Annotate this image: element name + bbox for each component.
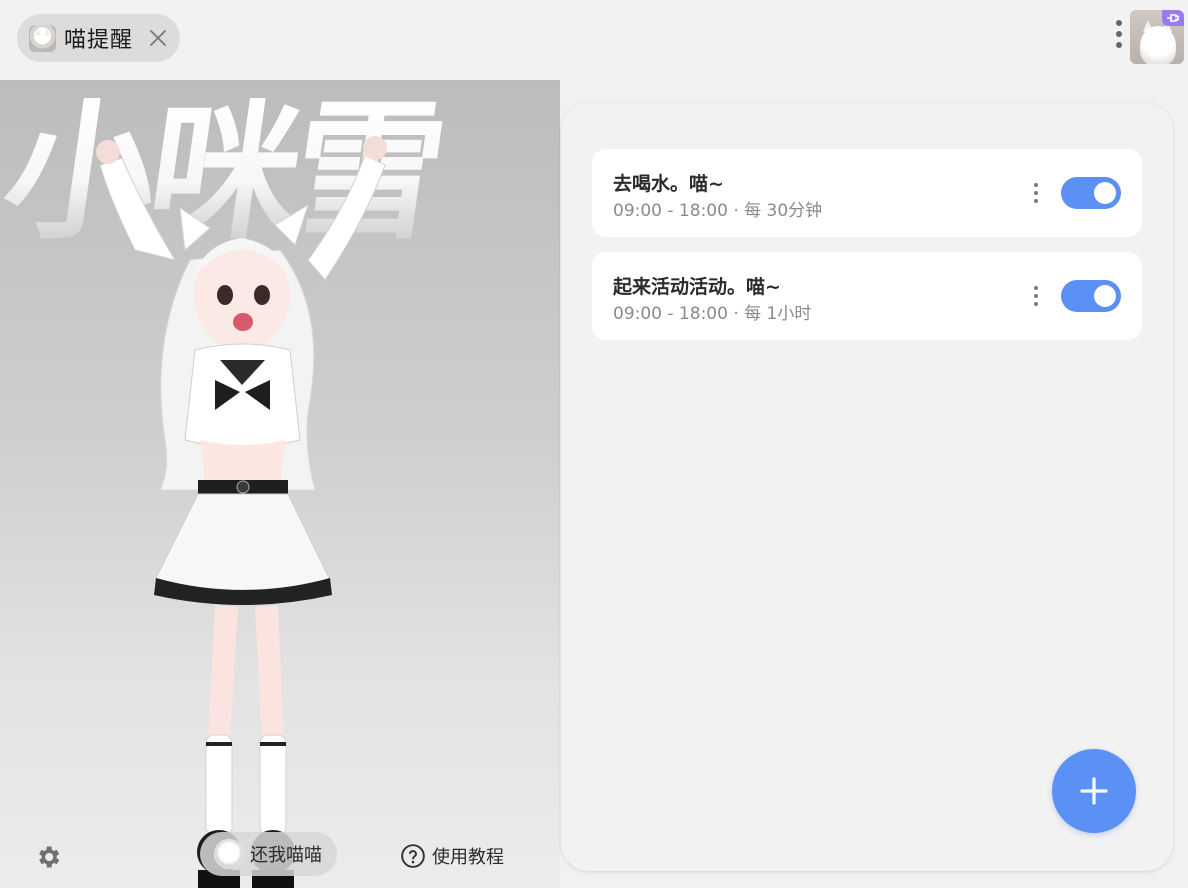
reminder-card[interactable]: 起来活动活动。喵~ 09:00 - 18:00 · 每 1小时	[592, 252, 1142, 340]
reminder-title: 起来活动活动。喵~	[613, 276, 781, 298]
hero-area: 小咪雪 还我喵喵 使用教程	[0, 80, 560, 888]
close-icon[interactable]	[148, 28, 168, 48]
reminder-title: 去喝水。喵~	[613, 173, 724, 195]
plug-icon	[1162, 10, 1184, 26]
plus-icon	[1080, 777, 1108, 805]
character-illustration	[96, 136, 387, 888]
reminder-toggle[interactable]	[1061, 280, 1121, 312]
gear-icon[interactable]	[34, 843, 62, 871]
meow-button-label: 还我喵喵	[250, 845, 322, 866]
white-cat-avatar-icon	[29, 24, 56, 52]
app-tab-label: 喵提醒	[64, 28, 134, 53]
more-vertical-icon[interactable]	[1113, 20, 1125, 54]
white-cat-avatar-icon	[1140, 26, 1176, 64]
more-vertical-icon[interactable]	[1032, 286, 1040, 308]
corner-avatar[interactable]	[1130, 10, 1184, 64]
help-link[interactable]: 使用教程	[400, 842, 504, 870]
question-circle-icon	[401, 844, 425, 868]
help-link-label: 使用教程	[432, 847, 504, 868]
reminder-toggle[interactable]	[1061, 177, 1121, 209]
toggle-knob	[1094, 285, 1116, 307]
more-vertical-icon[interactable]	[1032, 183, 1040, 205]
reminder-schedule: 09:00 - 18:00 · 每 30分钟	[613, 201, 823, 221]
toggle-knob	[1094, 182, 1116, 204]
title-bar: 喵提醒	[0, 0, 1188, 80]
reminder-card[interactable]: 去喝水。喵~ 09:00 - 18:00 · 每 30分钟	[592, 149, 1142, 237]
reminder-panel: 去喝水。喵~ 09:00 - 18:00 · 每 30分钟 起来活动活动。喵~ …	[561, 103, 1173, 871]
app-tab[interactable]: 喵提醒	[17, 14, 180, 62]
white-cat-avatar-icon	[214, 839, 244, 869]
meow-button[interactable]: 还我喵喵	[200, 832, 337, 876]
add-reminder-button[interactable]	[1052, 749, 1136, 833]
reminder-schedule: 09:00 - 18:00 · 每 1小时	[613, 304, 812, 324]
